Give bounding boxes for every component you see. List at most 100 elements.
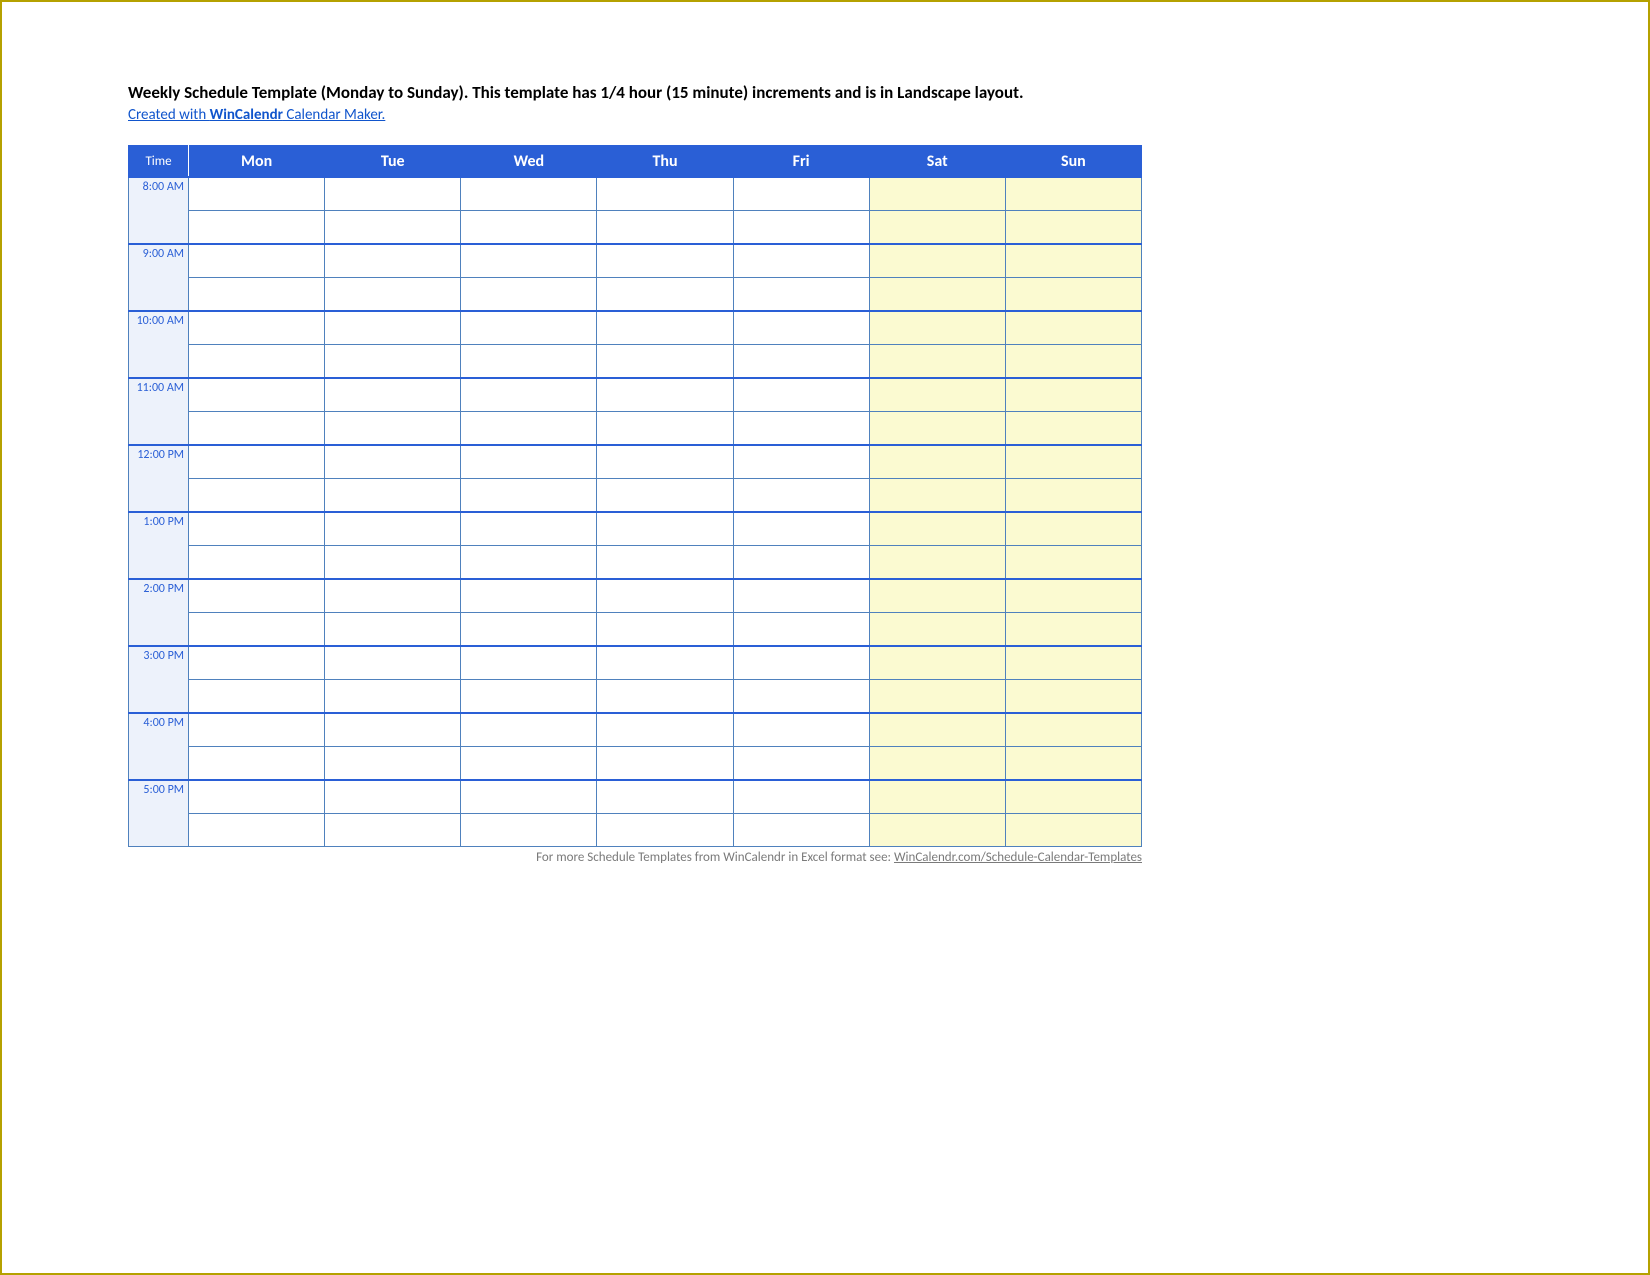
schedule-cell[interactable] xyxy=(1005,445,1141,479)
schedule-cell[interactable] xyxy=(1005,512,1141,546)
schedule-cell[interactable] xyxy=(869,278,1005,312)
schedule-cell[interactable] xyxy=(1005,244,1141,278)
schedule-cell[interactable] xyxy=(733,814,869,847)
schedule-cell[interactable] xyxy=(189,613,325,647)
schedule-cell[interactable] xyxy=(325,512,461,546)
schedule-cell[interactable] xyxy=(461,546,597,580)
schedule-cell[interactable] xyxy=(325,412,461,446)
schedule-cell[interactable] xyxy=(189,814,325,847)
schedule-cell[interactable] xyxy=(189,244,325,278)
schedule-cell[interactable] xyxy=(1005,345,1141,379)
schedule-cell[interactable] xyxy=(597,311,733,345)
schedule-cell[interactable] xyxy=(733,378,869,412)
footer-link[interactable]: WinCalendr.com/Schedule-Calendar-Templat… xyxy=(894,850,1142,865)
schedule-cell[interactable] xyxy=(733,613,869,647)
schedule-cell[interactable] xyxy=(597,579,733,613)
schedule-cell[interactable] xyxy=(1005,378,1141,412)
schedule-cell[interactable] xyxy=(189,479,325,513)
schedule-cell[interactable] xyxy=(869,445,1005,479)
schedule-cell[interactable] xyxy=(461,479,597,513)
schedule-cell[interactable] xyxy=(461,211,597,245)
schedule-cell[interactable] xyxy=(597,412,733,446)
schedule-cell[interactable] xyxy=(189,546,325,580)
schedule-cell[interactable] xyxy=(597,646,733,680)
schedule-cell[interactable] xyxy=(461,814,597,847)
schedule-cell[interactable] xyxy=(461,613,597,647)
schedule-cell[interactable] xyxy=(325,713,461,747)
schedule-cell[interactable] xyxy=(597,378,733,412)
schedule-cell[interactable] xyxy=(597,713,733,747)
schedule-cell[interactable] xyxy=(597,278,733,312)
schedule-cell[interactable] xyxy=(733,177,869,211)
schedule-cell[interactable] xyxy=(461,244,597,278)
schedule-cell[interactable] xyxy=(461,278,597,312)
schedule-cell[interactable] xyxy=(461,646,597,680)
schedule-cell[interactable] xyxy=(1005,412,1141,446)
schedule-cell[interactable] xyxy=(597,479,733,513)
schedule-cell[interactable] xyxy=(1005,278,1141,312)
schedule-cell[interactable] xyxy=(461,713,597,747)
schedule-cell[interactable] xyxy=(325,814,461,847)
schedule-cell[interactable] xyxy=(325,680,461,714)
schedule-cell[interactable] xyxy=(189,445,325,479)
schedule-cell[interactable] xyxy=(461,378,597,412)
schedule-cell[interactable] xyxy=(597,814,733,847)
schedule-cell[interactable] xyxy=(733,211,869,245)
schedule-cell[interactable] xyxy=(189,646,325,680)
schedule-cell[interactable] xyxy=(1005,747,1141,781)
schedule-cell[interactable] xyxy=(869,244,1005,278)
schedule-cell[interactable] xyxy=(733,546,869,580)
schedule-cell[interactable] xyxy=(461,412,597,446)
schedule-cell[interactable] xyxy=(1005,177,1141,211)
schedule-cell[interactable] xyxy=(597,177,733,211)
schedule-cell[interactable] xyxy=(189,747,325,781)
schedule-cell[interactable] xyxy=(733,646,869,680)
schedule-cell[interactable] xyxy=(325,278,461,312)
schedule-cell[interactable] xyxy=(325,646,461,680)
schedule-cell[interactable] xyxy=(325,211,461,245)
schedule-cell[interactable] xyxy=(1005,646,1141,680)
schedule-cell[interactable] xyxy=(189,278,325,312)
schedule-cell[interactable] xyxy=(325,747,461,781)
schedule-cell[interactable] xyxy=(461,680,597,714)
schedule-cell[interactable] xyxy=(869,345,1005,379)
schedule-cell[interactable] xyxy=(869,680,1005,714)
schedule-cell[interactable] xyxy=(733,579,869,613)
schedule-cell[interactable] xyxy=(733,780,869,814)
schedule-cell[interactable] xyxy=(189,512,325,546)
schedule-cell[interactable] xyxy=(461,311,597,345)
schedule-cell[interactable] xyxy=(461,747,597,781)
schedule-cell[interactable] xyxy=(1005,211,1141,245)
schedule-cell[interactable] xyxy=(1005,713,1141,747)
schedule-cell[interactable] xyxy=(189,780,325,814)
schedule-cell[interactable] xyxy=(1005,546,1141,580)
schedule-cell[interactable] xyxy=(325,445,461,479)
schedule-cell[interactable] xyxy=(733,713,869,747)
schedule-cell[interactable] xyxy=(1005,579,1141,613)
schedule-cell[interactable] xyxy=(189,211,325,245)
schedule-cell[interactable] xyxy=(733,278,869,312)
schedule-cell[interactable] xyxy=(1005,479,1141,513)
schedule-cell[interactable] xyxy=(461,445,597,479)
schedule-cell[interactable] xyxy=(325,378,461,412)
schedule-cell[interactable] xyxy=(869,579,1005,613)
schedule-cell[interactable] xyxy=(189,680,325,714)
schedule-cell[interactable] xyxy=(733,244,869,278)
schedule-cell[interactable] xyxy=(869,747,1005,781)
schedule-cell[interactable] xyxy=(869,814,1005,847)
schedule-cell[interactable] xyxy=(869,646,1005,680)
schedule-cell[interactable] xyxy=(325,244,461,278)
schedule-cell[interactable] xyxy=(869,311,1005,345)
schedule-cell[interactable] xyxy=(733,311,869,345)
schedule-cell[interactable] xyxy=(597,244,733,278)
schedule-cell[interactable] xyxy=(733,747,869,781)
schedule-cell[interactable] xyxy=(597,780,733,814)
schedule-cell[interactable] xyxy=(189,177,325,211)
schedule-cell[interactable] xyxy=(325,311,461,345)
schedule-cell[interactable] xyxy=(869,479,1005,513)
schedule-cell[interactable] xyxy=(1005,814,1141,847)
schedule-cell[interactable] xyxy=(325,546,461,580)
schedule-cell[interactable] xyxy=(325,579,461,613)
schedule-cell[interactable] xyxy=(461,780,597,814)
schedule-cell[interactable] xyxy=(869,412,1005,446)
